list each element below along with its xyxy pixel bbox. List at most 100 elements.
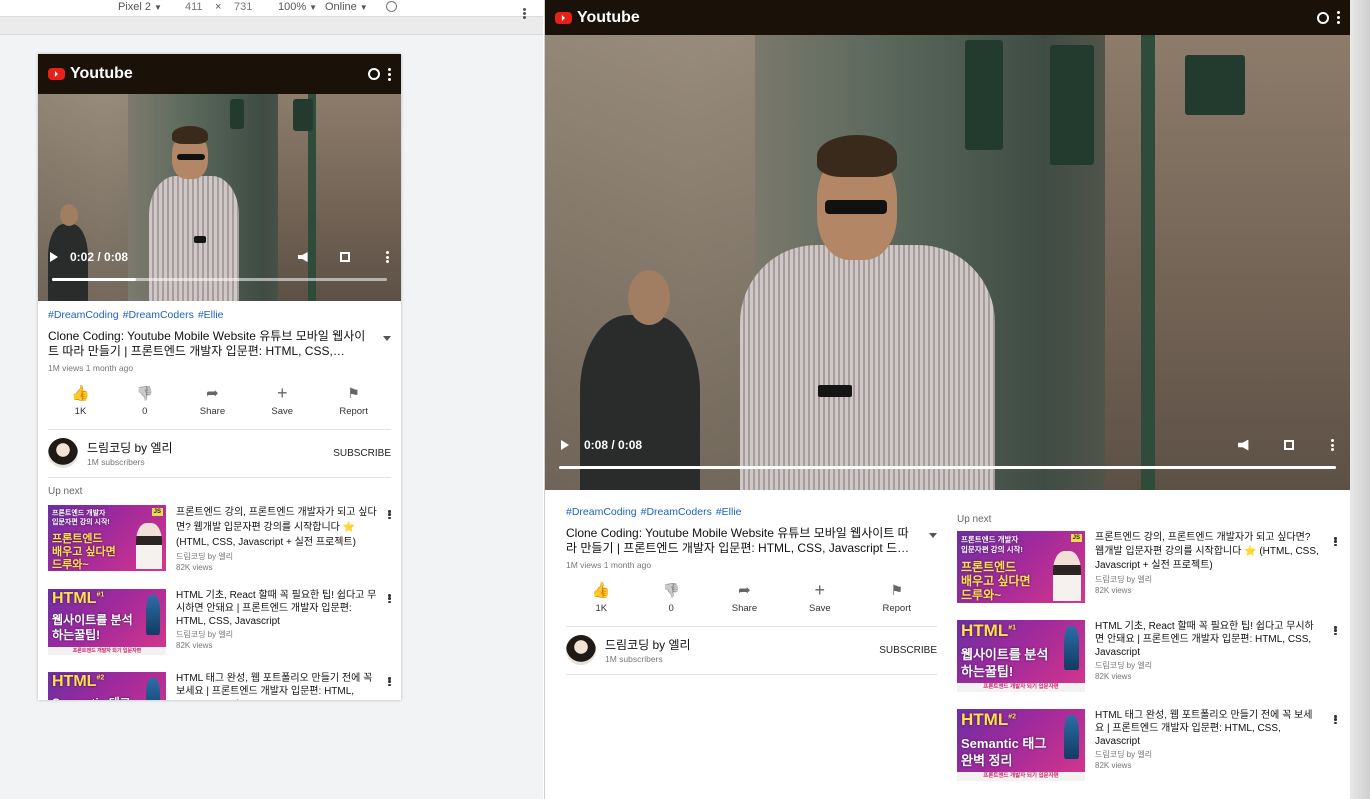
- share-button[interactable]: ➦ Share: [200, 383, 225, 417]
- video-thumbnail[interactable]: 프론트엔드 개발자 입문자편 강의 시작! 프론트엔드 배우고 싶다면 드루와~…: [957, 531, 1085, 603]
- more-icon[interactable]: [388, 67, 391, 81]
- expand-icon[interactable]: [383, 336, 391, 341]
- upnext-title[interactable]: HTML 태그 완성, 웹 포트폴리오 만들기 전에 꼭 보세요 | 프론트엔드…: [176, 672, 380, 700]
- logo[interactable]: Youtube: [48, 65, 133, 83]
- video-player[interactable]: 0:08 / 0:08: [545, 35, 1350, 490]
- video-thumbnail[interactable]: HTML#2 Semantic 태그 완벽 정리 프론트엔드 개발자 되기 입문…: [957, 709, 1085, 781]
- fullscreen-icon[interactable]: [1284, 440, 1294, 450]
- rocket-icon: [146, 678, 160, 700]
- hashtag[interactable]: #DreamCoders: [123, 309, 194, 321]
- list-item[interactable]: 프론트엔드 개발자 입문자편 강의 시작! 프론트엔드 배우고 싶다면 드루와~…: [48, 505, 391, 572]
- more-options-icon[interactable]: [523, 2, 526, 19]
- list-item[interactable]: HTML#1 웹사이트를 분석 하는꿀팁! 프론트엔드 개발자 되기 입문자편 …: [48, 589, 391, 655]
- expand-icon[interactable]: [929, 533, 937, 538]
- save-button[interactable]: + Save: [271, 382, 293, 418]
- play-icon[interactable]: [50, 252, 58, 262]
- progress-bar[interactable]: [52, 278, 387, 281]
- more-icon[interactable]: [1337, 11, 1340, 24]
- list-item[interactable]: HTML#2 Semantic 태그 완벽 정리 프론트엔드 개발자 되기 입문…: [48, 672, 391, 700]
- video-more-icon[interactable]: [1331, 439, 1334, 451]
- upnext-views: 82K views: [176, 563, 213, 572]
- mobile-viewport: Youtube 0:02 / 0:08 #DreamCoding #DreamC…: [38, 54, 401, 700]
- zoom-select[interactable]: 100% ▼: [278, 1, 317, 13]
- subscribe-button[interactable]: SUBSCRIBE: [879, 645, 937, 656]
- js-badge: JS: [1070, 534, 1082, 542]
- share-icon: ➦: [738, 582, 751, 599]
- fullscreen-icon[interactable]: [340, 252, 350, 262]
- avatar[interactable]: [48, 438, 78, 468]
- item-more-icon[interactable]: [1334, 715, 1337, 724]
- width-input[interactable]: 411: [185, 1, 203, 13]
- plus-icon: +: [276, 382, 288, 403]
- window-edge: [1350, 0, 1370, 799]
- hashtag[interactable]: #DreamCoders: [641, 506, 712, 518]
- video-thumbnail[interactable]: 프론트엔드 개발자 입문자편 강의 시작! 프론트엔드 배우고 싶다면 드루와~…: [48, 505, 166, 571]
- upnext-title[interactable]: HTML 기초, React 할때 꼭 필요한 팁! 쉽다고 무시하면 안돼요 …: [1095, 620, 1320, 659]
- plus-icon: +: [814, 579, 826, 600]
- rocket-icon: [1064, 715, 1079, 759]
- hashtag[interactable]: #DreamCoding: [566, 506, 637, 518]
- report-button[interactable]: ⚑ Report: [883, 580, 912, 615]
- item-more-icon[interactable]: [1334, 626, 1337, 635]
- video-info: #DreamCoding #DreamCoders #Ellie Clone Cod…: [38, 301, 401, 373]
- report-button[interactable]: ⚑ Report: [339, 383, 368, 418]
- upnext-title[interactable]: HTML 태그 완성, 웹 포트폴리오 만들기 전에 꼭 보세요 | 프론트엔드…: [1095, 709, 1320, 748]
- search-icon[interactable]: [1317, 11, 1329, 24]
- upnext-label: Up next: [957, 514, 992, 525]
- volume-icon[interactable]: [1238, 439, 1249, 451]
- upnext-section: Up next 프론트엔드 개발자 입문자편 강의 시작! 프론트엔드 배우고 …: [38, 478, 401, 700]
- list-item[interactable]: HTML#1 웹사이트를 분석 하는꿀팁! 프론트엔드 개발자 되기 입문자편 …: [957, 620, 1337, 692]
- search-icon[interactable]: [368, 68, 380, 80]
- play-icon[interactable]: [561, 440, 569, 450]
- logo-text: Youtube: [577, 8, 640, 26]
- hashtag[interactable]: #DreamCoding: [48, 309, 119, 321]
- upnext-views: 82K views: [1095, 586, 1132, 595]
- video-controls: 0:08 / 0:08: [545, 434, 1350, 456]
- item-more-icon[interactable]: [1334, 537, 1337, 546]
- channel-name[interactable]: 드림코딩 by 엘리: [87, 439, 333, 456]
- upnext-section: Up next 프론트엔드 개발자 입문자편 강의 시작! 프론트엔드 배우고 …: [957, 514, 1337, 781]
- video-info: #DreamCoding #DreamCoders #Ellie Clone Cod…: [566, 506, 937, 675]
- logo[interactable]: Youtube: [555, 9, 640, 27]
- action-bar: 👍 1K 👎 0 ➦ Share + Save ⚑ Report: [566, 580, 937, 627]
- rotate-icon[interactable]: [386, 1, 397, 12]
- video-meta: 1M views 1 month ago: [48, 363, 134, 373]
- youtube-logo-icon: [48, 68, 65, 80]
- avatar[interactable]: [566, 635, 596, 665]
- upnext-title[interactable]: HTML 기초, React 할때 꼭 필요한 팁! 쉽다고 무시하면 안돼요 …: [176, 589, 380, 628]
- list-item[interactable]: 프론트엔드 개발자 입문자편 강의 시작! 프론트엔드 배우고 싶다면 드루와~…: [957, 531, 1337, 603]
- video-thumbnail[interactable]: HTML#2 Semantic 태그 완벽 정리 프론트엔드 개발자 되기 입문…: [48, 672, 166, 700]
- upnext-title[interactable]: 프론트엔드 강의, 프론트엔드 개발자가 되고 싶다면? 웹개발 입문자편 강의…: [176, 505, 380, 550]
- hashtag[interactable]: #Ellie: [198, 309, 224, 321]
- item-more-icon[interactable]: [388, 594, 391, 603]
- list-item[interactable]: HTML#2 Semantic 태그 완벽 정리 프론트엔드 개발자 되기 입문…: [957, 709, 1337, 781]
- dislike-button[interactable]: 👎 0: [136, 383, 154, 418]
- dislike-button[interactable]: 👎 0: [662, 580, 680, 615]
- hashtag[interactable]: #Ellie: [716, 506, 742, 518]
- progress-bar[interactable]: [559, 466, 1336, 469]
- like-button[interactable]: 👍 1K: [592, 580, 611, 614]
- volume-icon[interactable]: [298, 252, 308, 262]
- desktop-content: #DreamCoding #DreamCoders #Ellie Clone Cod…: [545, 490, 1350, 799]
- channel-name[interactable]: 드림코딩 by 엘리: [605, 636, 879, 653]
- video-player[interactable]: 0:02 / 0:08: [38, 94, 401, 301]
- thumbs-down-icon: 👎: [136, 384, 154, 401]
- network-select[interactable]: Online ▼: [325, 1, 368, 13]
- upnext-label: Up next: [48, 486, 83, 497]
- thumbs-down-icon: 👎: [662, 581, 680, 598]
- item-more-icon[interactable]: [388, 677, 391, 686]
- presenter-figure: [136, 523, 162, 569]
- save-button[interactable]: + Save: [809, 579, 831, 615]
- subscribe-button[interactable]: SUBSCRIBE: [333, 448, 391, 459]
- video-thumbnail[interactable]: HTML#1 웹사이트를 분석 하는꿀팁! 프론트엔드 개발자 되기 입문자편: [957, 620, 1085, 692]
- video-thumbnail[interactable]: HTML#1 웹사이트를 분석 하는꿀팁! 프론트엔드 개발자 되기 입문자편: [48, 589, 166, 655]
- like-button[interactable]: 👍 1K: [71, 383, 90, 417]
- video-controls: 0:02 / 0:08: [38, 247, 401, 267]
- item-more-icon[interactable]: [388, 510, 391, 519]
- height-input[interactable]: 731: [234, 1, 252, 13]
- share-button[interactable]: ➦ Share: [732, 580, 757, 614]
- device-select[interactable]: Pixel 2 ▼: [118, 1, 162, 13]
- video-more-icon[interactable]: [386, 251, 389, 263]
- action-bar: 👍 1K 👎 0 ➦ Share + Save ⚑ Report: [48, 383, 391, 430]
- upnext-title[interactable]: 프론트엔드 강의, 프론트엔드 개발자가 되고 싶다면? 웹개발 입문자편 강의…: [1095, 531, 1320, 573]
